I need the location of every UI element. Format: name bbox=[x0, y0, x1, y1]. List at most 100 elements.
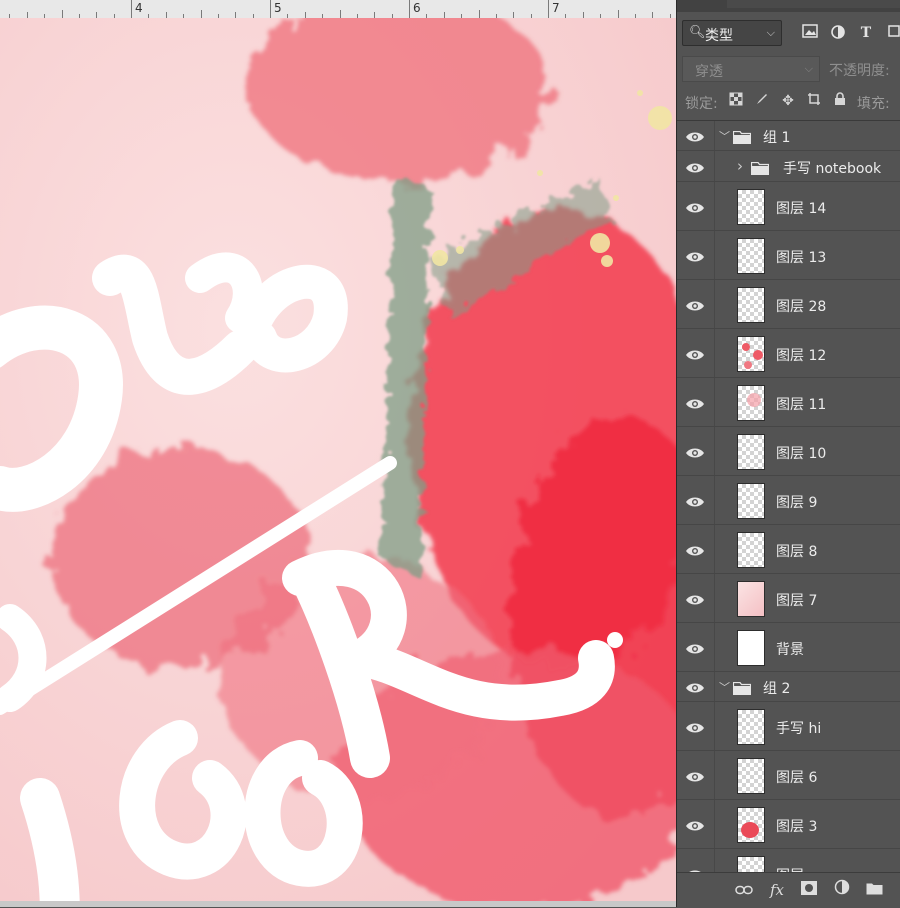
layer-thumbnail bbox=[737, 758, 765, 794]
new-group-icon[interactable] bbox=[863, 879, 885, 901]
layer-row[interactable]: 图层 14 bbox=[677, 182, 900, 231]
layer-row[interactable]: 图层 28 bbox=[677, 280, 900, 329]
ruler-tick bbox=[409, 0, 410, 18]
panel-footer: fx bbox=[677, 872, 900, 908]
add-mask-icon[interactable] bbox=[798, 879, 820, 901]
eye-icon[interactable] bbox=[685, 200, 705, 214]
folder-icon bbox=[750, 160, 770, 176]
panel-tab-bar[interactable] bbox=[727, 0, 900, 8]
artwork bbox=[0, 18, 676, 901]
layer-name: 手写 hi bbox=[776, 721, 822, 737]
ruler-number: 5 bbox=[274, 1, 282, 15]
layer-thumbnail bbox=[737, 856, 765, 873]
layer-row[interactable]: 图层 10 bbox=[677, 427, 900, 476]
eye-icon[interactable] bbox=[685, 720, 705, 734]
eye-icon[interactable] bbox=[685, 129, 705, 143]
layer-row[interactable]: 图层 12 bbox=[677, 329, 900, 378]
link-layers-icon[interactable] bbox=[733, 879, 755, 901]
eye-icon[interactable] bbox=[685, 494, 705, 508]
filter-kind-label: 类型 bbox=[705, 28, 733, 44]
layer-name: 组 2 bbox=[763, 681, 791, 697]
shape-filter-icon[interactable] bbox=[885, 24, 900, 42]
chevron-down-icon: ⌵ bbox=[804, 62, 813, 75]
fx-icon[interactable]: fx bbox=[766, 879, 788, 901]
ruler-tick bbox=[479, 10, 480, 18]
layer-group-row[interactable]: ﹀ 组 1 bbox=[677, 121, 900, 151]
layer-name: 图层 3 bbox=[776, 819, 818, 835]
layer-thumbnail bbox=[737, 189, 765, 225]
layer-row[interactable]: 手写 hi bbox=[677, 702, 900, 751]
blend-row: 穿透 ⌵ 不透明度: bbox=[677, 56, 900, 82]
ruler-tick bbox=[270, 0, 271, 18]
folder-icon bbox=[732, 680, 752, 696]
eye-icon[interactable] bbox=[685, 543, 705, 557]
lock-pixels-icon[interactable] bbox=[753, 92, 771, 110]
layers-list[interactable]: ﹀ 组 1 › 手写 notebook 图层 14 图层 13 图层 28 图层 12 图层 1… bbox=[677, 120, 900, 873]
panel-header bbox=[677, 0, 900, 12]
eye-icon[interactable] bbox=[685, 680, 705, 694]
lock-all-icon[interactable] bbox=[831, 92, 849, 110]
eye-icon[interactable] bbox=[685, 160, 705, 174]
blend-mode-select[interactable]: 穿透 ⌵ bbox=[682, 56, 820, 82]
lock-position-icon[interactable]: ✥ bbox=[779, 92, 797, 110]
layer-group-row[interactable]: ﹀ 组 2 bbox=[677, 672, 900, 702]
chevron-right-icon[interactable]: › bbox=[737, 157, 743, 175]
layer-name: 背景 bbox=[776, 642, 804, 658]
layers-panel: 🔍︎ 类型 ⌵ T 穿透 ⌵ 不透明度: 锁定: ✥ 填充: ﹀ 组 1 › 手… bbox=[676, 0, 900, 908]
eye-icon[interactable] bbox=[685, 249, 705, 263]
layer-name: 手写 notebook bbox=[783, 161, 882, 177]
layer-thumbnail bbox=[737, 630, 765, 666]
eye-icon[interactable] bbox=[685, 769, 705, 783]
eye-icon[interactable] bbox=[685, 592, 705, 606]
layer-thumbnail bbox=[737, 709, 765, 745]
layer-thumbnail bbox=[737, 238, 765, 274]
image-filter-icon[interactable] bbox=[801, 24, 819, 42]
eye-icon[interactable] bbox=[685, 641, 705, 655]
layer-row[interactable]: 背景 bbox=[677, 623, 900, 672]
layer-name: 图层 13 bbox=[776, 250, 827, 266]
eye-icon[interactable] bbox=[685, 347, 705, 361]
adjustment-filter-icon[interactable] bbox=[829, 24, 847, 42]
layer-row[interactable]: 图层 11 bbox=[677, 378, 900, 427]
chevron-down-icon[interactable]: ﹀ bbox=[719, 679, 730, 695]
lock-artboard-icon[interactable] bbox=[805, 92, 823, 110]
layer-name: 图层 7 bbox=[776, 593, 818, 609]
layer-row[interactable]: 图层 bbox=[677, 849, 900, 873]
type-filter-icon[interactable]: T bbox=[857, 24, 875, 42]
document-canvas[interactable] bbox=[0, 18, 676, 901]
layer-name: 图层 8 bbox=[776, 544, 818, 560]
layer-name: 图层 12 bbox=[776, 348, 827, 364]
horizontal-ruler[interactable]: 4 5 6 7 bbox=[0, 0, 676, 19]
ruler-number: 6 bbox=[413, 1, 421, 15]
lock-transparent-icon[interactable] bbox=[727, 92, 745, 110]
chevron-down-icon[interactable]: ﹀ bbox=[719, 128, 730, 144]
eye-icon[interactable] bbox=[685, 396, 705, 410]
layer-thumbnail bbox=[737, 807, 765, 843]
fill-label: 填充: bbox=[857, 96, 890, 112]
horizontal-scrollbar[interactable] bbox=[0, 901, 676, 907]
ruler-number: 7 bbox=[552, 1, 560, 15]
chevron-down-icon: ⌵ bbox=[766, 26, 775, 39]
folder-icon bbox=[732, 129, 752, 145]
layer-thumbnail bbox=[737, 581, 765, 617]
lock-row: 锁定: ✥ 填充: bbox=[677, 90, 900, 114]
layer-row[interactable]: 图层 7 bbox=[677, 574, 900, 623]
eye-icon[interactable] bbox=[685, 298, 705, 312]
layer-group-row[interactable]: › 手写 notebook bbox=[677, 151, 900, 182]
new-adjustment-icon[interactable] bbox=[831, 879, 853, 901]
layer-row[interactable]: 图层 6 bbox=[677, 751, 900, 800]
search-icon: 🔍︎ bbox=[689, 25, 706, 40]
layer-name: 图层 28 bbox=[776, 299, 827, 315]
filter-kind-select[interactable]: 🔍︎ 类型 ⌵ bbox=[682, 20, 782, 46]
layer-row[interactable]: 图层 13 bbox=[677, 231, 900, 280]
eye-icon[interactable] bbox=[685, 445, 705, 459]
layer-name: 图层 14 bbox=[776, 201, 827, 217]
layer-name: 组 1 bbox=[763, 130, 791, 146]
layer-name: 图层 9 bbox=[776, 495, 818, 511]
layer-row[interactable]: 图层 9 bbox=[677, 476, 900, 525]
eye-icon[interactable] bbox=[685, 818, 705, 832]
ruler-tick bbox=[618, 10, 619, 18]
layer-row[interactable]: 图层 8 bbox=[677, 525, 900, 574]
ruler-tick bbox=[340, 10, 341, 18]
layer-row[interactable]: 图层 3 bbox=[677, 800, 900, 849]
